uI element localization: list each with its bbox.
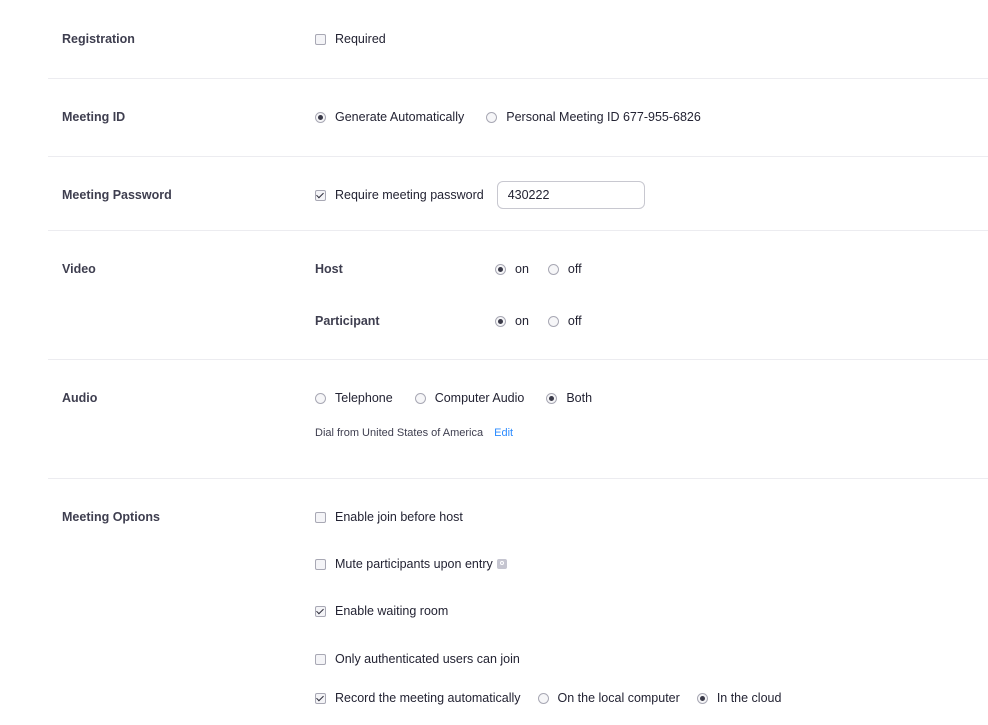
divider — [48, 230, 988, 231]
meeting-id-personal-label: Personal Meeting ID 677-955-6826 — [506, 110, 701, 124]
audio-telephone-label: Telephone — [335, 391, 393, 405]
record-local-radio[interactable]: On the local computer — [537, 691, 680, 705]
record-auto-row: Record the meeting automatically On the … — [315, 692, 803, 705]
divider — [48, 359, 988, 360]
video-participant-options: on off — [495, 315, 604, 328]
require-password-label: Require meeting password — [335, 187, 484, 202]
record-cloud-radio[interactable]: In the cloud — [696, 691, 782, 705]
authenticated-only-label: Only authenticated users can join — [335, 652, 520, 666]
divider — [48, 478, 988, 479]
meeting-id-generate-label: Generate Automatically — [335, 110, 465, 124]
meeting-id-personal-radio[interactable]: Personal Meeting ID 677-955-6826 — [486, 111, 701, 124]
radio-selected-icon — [495, 315, 506, 327]
divider — [48, 156, 988, 157]
audio-both-label: Both — [566, 391, 593, 405]
radio-selected-icon — [495, 263, 506, 275]
mute-on-entry-checkbox[interactable]: Mute participants upon entry — [315, 558, 507, 571]
video-host-on-radio[interactable]: on — [495, 263, 529, 276]
meeting-password-control: Require meeting password — [315, 181, 645, 209]
video-host-off-label: off — [567, 262, 582, 276]
checkbox-checked-icon — [315, 605, 326, 617]
meeting-id-label: Meeting ID — [62, 110, 126, 124]
checkbox-icon — [315, 33, 326, 45]
radio-icon — [315, 392, 326, 404]
checkbox-icon — [315, 511, 326, 523]
checkbox-icon — [315, 558, 326, 570]
record-cloud-label: In the cloud — [716, 691, 782, 705]
divider — [48, 78, 988, 79]
join-before-host-checkbox[interactable]: Enable join before host — [315, 511, 463, 524]
meeting-password-label: Meeting Password — [62, 188, 172, 202]
video-label: Video — [62, 262, 96, 276]
meeting-id-generate-radio[interactable]: Generate Automatically — [315, 111, 464, 124]
audio-telephone-radio[interactable]: Telephone — [315, 392, 393, 405]
audio-options: Telephone Computer Audio Both — [315, 392, 614, 405]
meeting-options-label: Meeting Options — [62, 510, 160, 524]
password-input[interactable] — [496, 181, 645, 209]
audio-label: Audio — [62, 391, 98, 405]
authenticated-only-checkbox[interactable]: Only authenticated users can join — [315, 653, 520, 666]
radio-icon — [414, 392, 426, 404]
radio-selected-icon — [315, 111, 326, 123]
checkbox-checked-icon — [315, 692, 326, 704]
video-participant-label: Participant — [315, 314, 380, 328]
radio-icon — [547, 263, 559, 275]
audio-both-radio[interactable]: Both — [546, 392, 592, 405]
video-participant-on-radio[interactable]: on — [495, 315, 529, 328]
waiting-room-label: Enable waiting room — [335, 604, 449, 618]
info-icon[interactable] — [496, 559, 507, 570]
waiting-room-checkbox[interactable]: Enable waiting room — [315, 605, 448, 618]
registration-required-label: Required — [335, 32, 386, 46]
radio-selected-icon — [546, 392, 558, 404]
require-password-checkbox[interactable]: Require meeting password — [315, 189, 484, 202]
registration-label: Registration — [62, 32, 135, 46]
video-host-on-label: on — [515, 262, 529, 276]
record-auto-label: Record the meeting automatically — [335, 691, 521, 705]
radio-icon — [547, 315, 559, 327]
mute-on-entry-label: Mute participants upon entry — [335, 557, 493, 571]
checkbox-checked-icon — [315, 189, 326, 201]
dial-from-row: Dial from United States of America Edit — [315, 428, 513, 439]
record-auto-checkbox[interactable]: Record the meeting automatically — [315, 692, 521, 705]
meeting-id-options: Generate Automatically Personal Meeting … — [315, 111, 723, 124]
video-host-options: on off — [495, 263, 604, 276]
radio-selected-icon — [696, 692, 708, 704]
dial-from-text: Dial from United States of America — [315, 427, 484, 439]
video-participant-off-label: off — [567, 314, 582, 328]
checkbox-icon — [315, 653, 326, 665]
join-before-host-label: Enable join before host — [335, 510, 463, 524]
radio-icon — [486, 111, 498, 123]
record-local-label: On the local computer — [557, 691, 680, 705]
video-participant-on-label: on — [515, 314, 529, 328]
video-host-label: Host — [315, 262, 343, 276]
video-host-off-radio[interactable]: off — [547, 262, 582, 276]
meeting-settings-form: Registration Required Meeting ID Generat… — [0, 0, 988, 725]
audio-computer-label: Computer Audio — [434, 391, 525, 405]
radio-icon — [537, 692, 549, 704]
registration-required-checkbox[interactable]: Required — [315, 33, 386, 46]
edit-dial-link[interactable]: Edit — [494, 428, 513, 439]
audio-computer-radio[interactable]: Computer Audio — [414, 391, 525, 405]
video-participant-off-radio[interactable]: off — [547, 314, 582, 328]
